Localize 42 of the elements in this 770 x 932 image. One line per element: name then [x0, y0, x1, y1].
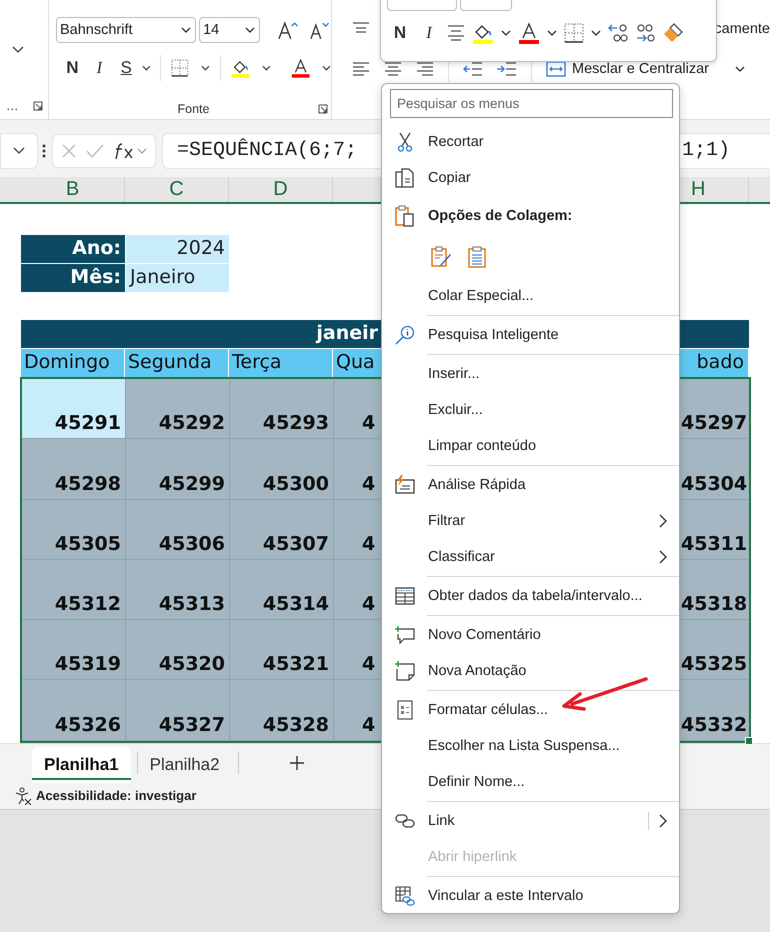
table-cell: 45328 [230, 680, 334, 740]
table-cell: 45320 [126, 620, 230, 680]
day-header: Domingo [21, 349, 125, 377]
table-cell-text: 45297 [681, 411, 748, 436]
table-cell: 45314 [230, 560, 334, 620]
table-cell: 45299 [126, 439, 230, 499]
table-cell-text: 45325 [681, 652, 748, 678]
day-header: Terça [229, 349, 333, 377]
table-cell: 45291 [22, 379, 126, 438]
table-cell-text: 45304 [681, 472, 748, 497]
table-cell-text: 4 [361, 712, 376, 738]
table-cell: 45293 [230, 379, 334, 438]
table-cell: Mês: [21, 264, 125, 292]
table-cell: Janeiro [125, 264, 229, 292]
table-cell-text: 45318 [681, 592, 748, 618]
table-cell: 45326 [22, 680, 126, 740]
table-cell: Ano: [21, 235, 125, 263]
day-header: Qua [333, 349, 381, 377]
group-label: Fonte [178, 102, 210, 116]
day-header: bado [680, 349, 749, 377]
table-cell: 2024 [125, 235, 229, 263]
table-cell: 45313 [126, 560, 230, 620]
table-cell-text: 4 [361, 592, 376, 618]
table-cell-text: 4 [361, 532, 376, 557]
table-cell: 45305 [22, 500, 126, 559]
table-cell: 45300 [230, 439, 334, 499]
table-cell: 45327 [126, 680, 230, 740]
group-label: … [6, 99, 18, 113]
table-cell: 45307 [230, 500, 334, 559]
table-cell: 45319 [22, 620, 126, 680]
table-cell-text: 4 [361, 411, 376, 436]
table-cell: 45298 [22, 439, 126, 499]
table-cell-text: 4 [361, 472, 376, 497]
table-cell-text: 45311 [681, 532, 748, 557]
table-cell-text: 4 [361, 652, 376, 678]
day-header: Segunda [125, 349, 229, 377]
table-cell: 45321 [230, 620, 334, 680]
table-cell-text: 45332 [681, 712, 748, 738]
table-cell: 45312 [22, 560, 126, 620]
section-title: Opções de Colagem: [428, 208, 572, 224]
table-cell: 45292 [126, 379, 230, 438]
table-cell: 45306 [126, 500, 230, 559]
